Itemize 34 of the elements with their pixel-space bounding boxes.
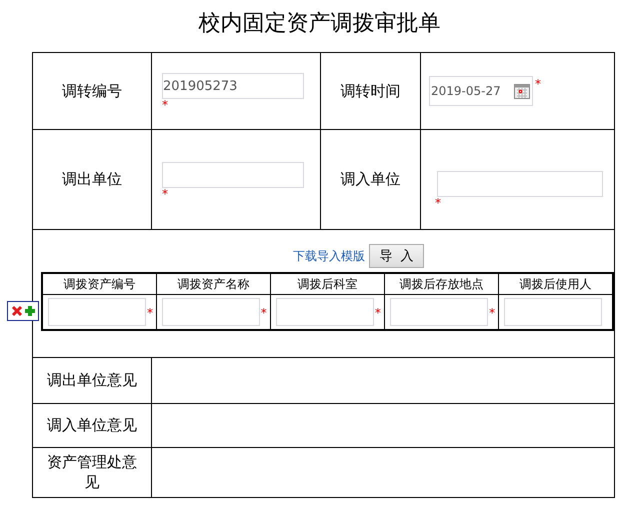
input-field[interactable] xyxy=(162,162,304,188)
add-icon[interactable] xyxy=(24,305,36,317)
required-mark: * xyxy=(535,78,541,88)
input-field[interactable] xyxy=(437,170,603,196)
input-field[interactable] xyxy=(48,298,146,326)
required-mark: * xyxy=(162,188,169,198)
column-header: 调拨资产名称 xyxy=(156,273,270,294)
required-mark: * xyxy=(260,307,268,317)
input-field[interactable] xyxy=(276,298,374,326)
field-label: 调出单位 xyxy=(62,170,122,188)
column-header: 调拨资产编号 xyxy=(42,273,156,294)
field-label: 调转时间 xyxy=(340,82,400,100)
required-mark: * xyxy=(162,99,169,109)
input-field[interactable] xyxy=(504,298,602,326)
field-label: 调转编号 xyxy=(62,82,122,100)
opinion-label: 调入单位意见 xyxy=(47,416,137,434)
input-field[interactable]: 201905273 xyxy=(162,73,304,99)
download-template-link[interactable]: 下载导入模版 xyxy=(293,248,365,264)
required-mark: * xyxy=(488,307,496,317)
input-field[interactable] xyxy=(390,298,488,326)
required-mark: * xyxy=(435,196,442,206)
opinion-label: 调出单位意见 xyxy=(47,371,137,389)
input-field[interactable] xyxy=(162,298,260,326)
calendar-icon[interactable] xyxy=(514,83,530,99)
import-button[interactable]: 导 入 xyxy=(369,244,424,268)
opinion-label: 资产管理处意见 xyxy=(46,453,138,492)
field-label: 调入单位 xyxy=(340,170,400,188)
required-mark: * xyxy=(374,307,382,317)
delete-icon[interactable] xyxy=(10,305,22,317)
date-field[interactable]: 2019-05-27 xyxy=(429,76,533,106)
form-title: 校内固定资产调拨审批单 xyxy=(198,10,442,38)
column-header: 调拨后存放地点 xyxy=(384,273,499,294)
column-header: 调拨后科室 xyxy=(270,273,385,294)
required-mark: * xyxy=(146,307,154,317)
